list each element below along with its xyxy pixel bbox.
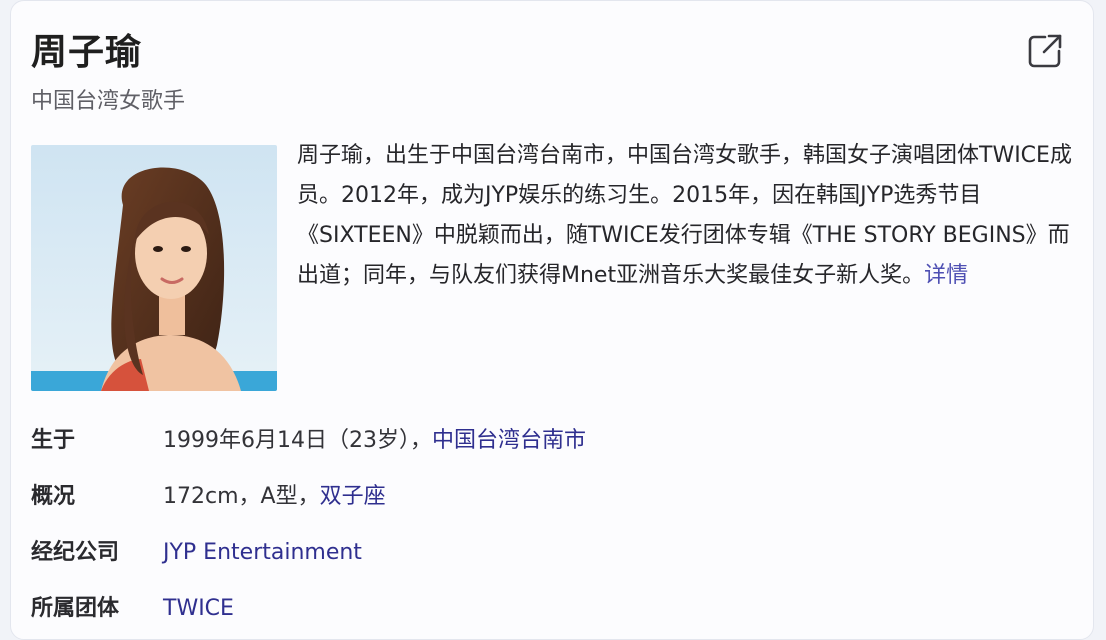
person-summary: 周子瑜，出生于中国台湾台南市，中国台湾女歌手，韩国女子演唱团体TWICE成员。2… [297,136,1077,296]
overview-label: 概况 [31,484,76,509]
details-link[interactable]: 详情 [924,263,968,288]
group-link[interactable]: TWICE [163,596,234,621]
info-row-overview: 概况 172cm，A型，双子座 [31,477,386,517]
zodiac-link[interactable]: 双子座 [320,484,386,509]
person-name: 周子瑜 [31,32,143,73]
overview-text: 172cm，A型， [163,484,320,509]
group-label: 所属团体 [31,596,120,621]
agency-link[interactable]: JYP Entertainment [163,540,362,565]
info-row-agency: 经纪公司 JYP Entertainment [31,533,362,573]
knowledge-card: 周子瑜 中国台湾女歌手 周子瑜，出生于中国台湾台南市，中国台湾女歌手，韩国女子演… [10,0,1094,640]
agency-label: 经纪公司 [31,540,120,565]
person-subtitle: 中国台湾女歌手 [31,89,186,114]
info-row-born: 生于 1999年6月14日（23岁），中国台湾台南市 [31,421,586,461]
info-row-group: 所属团体 TWICE [31,589,234,629]
external-link-icon[interactable] [1023,29,1067,73]
born-label: 生于 [31,428,76,453]
birthplace-link[interactable]: 中国台湾台南市 [432,428,586,453]
born-date: 1999年6月14日（23岁）， [163,428,432,453]
person-photo[interactable] [31,145,277,391]
